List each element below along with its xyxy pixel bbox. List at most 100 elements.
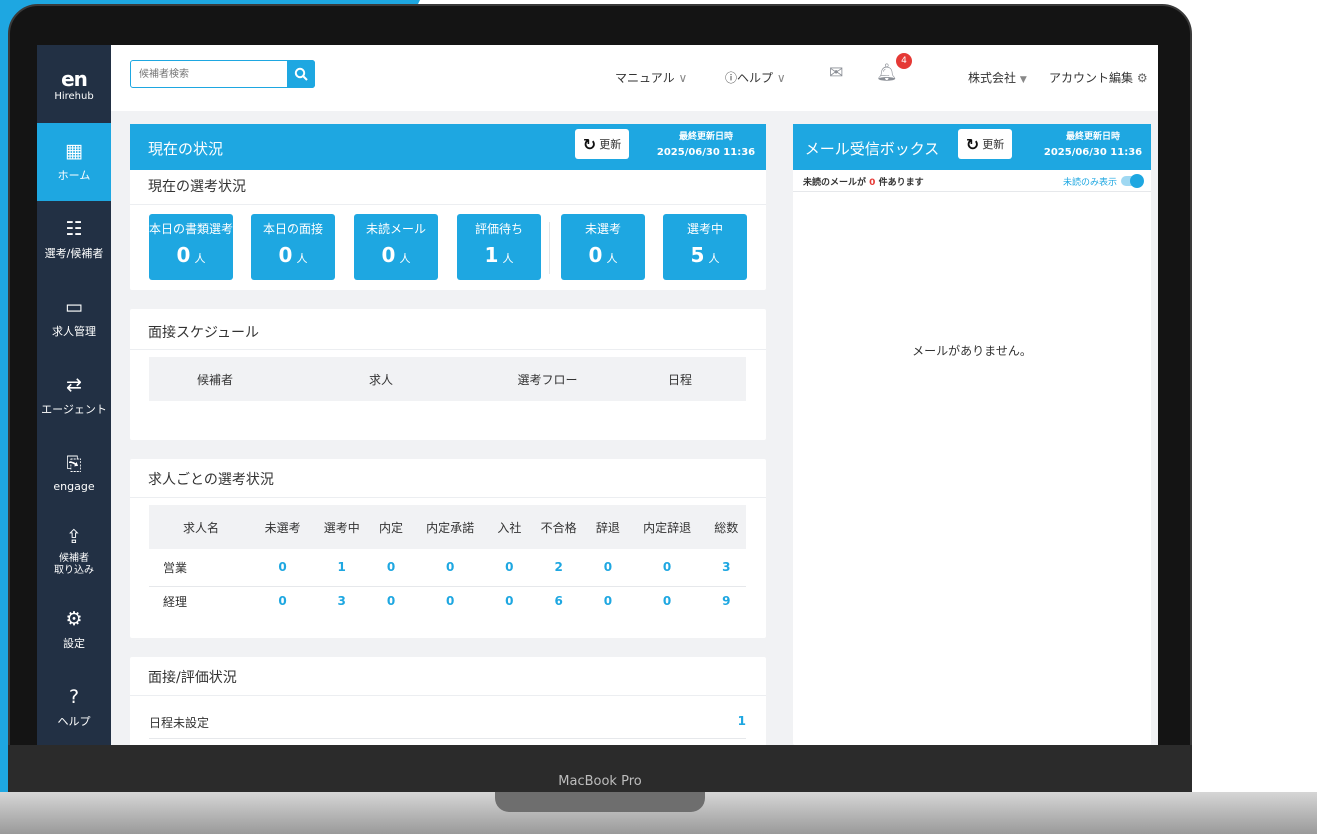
mailbox-refresh-button[interactable]: ↻ 更新 <box>958 129 1012 159</box>
search-icon[interactable] <box>287 60 315 88</box>
status-panel-header: 現在の状況 ↻ 更新 最終更新日時 2025/06/30 11:36 <box>130 124 766 170</box>
logo[interactable]: en Hirehub <box>37 45 111 123</box>
list-item[interactable]: 日程未設定 1 <box>149 703 746 739</box>
sidebar-item-label: エージェント <box>41 402 107 416</box>
count-cell[interactable]: 0 <box>628 549 707 586</box>
caret-down-icon: ▼ <box>1019 75 1027 85</box>
chevron-down-icon: ∨ <box>776 71 786 85</box>
account-label: アカウント編集 <box>1049 71 1134 85</box>
column-header: 日程 <box>614 357 746 401</box>
unread-suffix: 件あります <box>878 178 924 188</box>
stat-label: 未選考 <box>584 222 621 236</box>
job-status-table: 求人名 未選考 選考中 内定 内定承諾 入社 不合格 辞退 内定辞退 総数 営業… <box>149 505 746 616</box>
gear-icon: ⚙ <box>65 607 83 630</box>
company-label: 株式会社 <box>968 71 1017 85</box>
sidebar-item-label: engage <box>53 480 95 493</box>
count-cell[interactable]: 9 <box>707 586 747 616</box>
sidebar-item-candidates[interactable]: ☷ 選考/候補者 <box>37 201 111 279</box>
count-cell[interactable]: 0 <box>411 549 490 586</box>
logo-subtitle: Hirehub <box>54 90 94 102</box>
stat-unit: 人 <box>502 252 514 265</box>
table-row[interactable]: 営業 0 1 0 0 0 2 0 0 3 <box>149 549 746 586</box>
mailbox-title: メール受信ボックス <box>804 140 940 158</box>
count-cell[interactable]: 1 <box>312 549 371 586</box>
evaluation-label: 日程未設定 <box>149 716 210 730</box>
stat-unit: 人 <box>194 252 206 265</box>
column-header: 入社 <box>489 505 530 549</box>
sidebar-item-agent[interactable]: ⇄ エージェント <box>37 357 111 435</box>
refresh-button[interactable]: ↻ 更新 <box>575 129 629 159</box>
stat-value: 0 <box>278 243 293 267</box>
stat-unit: 人 <box>399 252 411 265</box>
count-cell[interactable]: 0 <box>490 586 529 616</box>
unread-count-text: 未読のメールが 0 件あります <box>803 175 924 188</box>
manual-menu[interactable]: マニュアル ∨ <box>615 69 687 86</box>
divider <box>130 204 766 205</box>
job-name[interactable]: 経理 <box>149 586 253 616</box>
count-cell[interactable]: 0 <box>371 549 410 586</box>
sidebar-item-jobs[interactable]: ▭ 求人管理 <box>37 279 111 357</box>
count-cell[interactable]: 0 <box>628 586 707 616</box>
refresh-label: 更新 <box>599 138 622 151</box>
sidebar-item-home[interactable]: ▦ ホーム <box>37 123 111 201</box>
column-header: 総数 <box>706 505 746 549</box>
unread-bar: 未読のメールが 0 件あります 未読のみ表示 <box>793 170 1151 192</box>
company-menu[interactable]: 株式会社 ▼ <box>968 69 1027 86</box>
column-header: 候補者 <box>149 357 281 401</box>
sidebar-item-help[interactable]: ? ヘルプ <box>37 669 111 745</box>
account-edit-link[interactable]: アカウント編集 ⚙ <box>1049 69 1148 86</box>
stat-card-document-review[interactable]: 本日の書類選考 0人 <box>149 214 233 280</box>
search-box <box>130 60 315 88</box>
laptop-notch <box>495 792 705 812</box>
column-header: 選考中 <box>312 505 372 549</box>
count-cell[interactable]: 0 <box>411 586 490 616</box>
count-cell[interactable]: 3 <box>312 586 371 616</box>
stat-card-unscreened[interactable]: 未選考 0人 <box>561 214 645 280</box>
evaluation-count[interactable]: 1 <box>738 714 746 728</box>
bell-icon[interactable]: 🔔︎ <box>876 63 898 83</box>
stat-label: 選考中 <box>686 222 723 236</box>
help-menu[interactable]: ⓘヘルプ ∨ <box>725 69 786 86</box>
unread-prefix: 未読のメールが <box>803 178 867 188</box>
sidebar-item-settings[interactable]: ⚙ 設定 <box>37 591 111 669</box>
mail-icon[interactable]: ✉ <box>829 63 843 83</box>
count-cell[interactable]: 3 <box>707 549 747 586</box>
count-cell[interactable]: 0 <box>588 586 627 616</box>
count-cell[interactable]: 0 <box>371 586 410 616</box>
last-updated-value: 2025/06/30 11:36 <box>1043 147 1143 158</box>
stat-unit: 人 <box>708 252 720 265</box>
count-cell[interactable]: 0 <box>588 549 627 586</box>
stat-card-pending-evaluation[interactable]: 評価待ち 1人 <box>457 214 541 280</box>
sidebar-item-label: 候補者 取り込み <box>54 552 94 576</box>
stat-unit: 人 <box>606 252 618 265</box>
job-name[interactable]: 営業 <box>149 549 253 586</box>
stat-card-in-progress[interactable]: 選考中 5人 <box>663 214 747 280</box>
column-header: 内定辞退 <box>627 505 707 549</box>
toggle-knob <box>1130 174 1144 188</box>
table-row[interactable]: 経理 0 3 0 0 0 6 0 0 9 <box>149 586 746 616</box>
app-screen: en Hirehub ▦ ホーム ☷ 選考/候補者 ▭ 求人管理 ⇄ エージェン… <box>37 45 1158 745</box>
search-input[interactable] <box>131 61 281 87</box>
id-card-icon: ☷ <box>65 217 83 240</box>
manual-label: マニュアル <box>615 71 675 85</box>
unread-only-toggle[interactable] <box>1121 174 1144 188</box>
sidebar-item-engage[interactable]: ⎘ engage <box>37 435 111 513</box>
sidebar-item-import[interactable]: ⇪ 候補者 取り込み <box>37 513 111 591</box>
count-cell[interactable]: 6 <box>529 586 588 616</box>
column-header: 内定 <box>371 505 411 549</box>
last-updated-label: 最終更新日時 <box>678 132 733 142</box>
sidebar-item-label: ヘルプ <box>57 714 91 728</box>
status-panel: 現在の状況 ↻ 更新 最終更新日時 2025/06/30 11:36 現在の選考状… <box>130 124 766 290</box>
refresh-icon: ↻ <box>965 134 980 154</box>
count-cell[interactable]: 0 <box>253 549 312 586</box>
count-cell[interactable]: 2 <box>529 549 588 586</box>
job-status-panel: 求人ごとの選考状況 求人名 未選考 選考中 内定 内定承諾 入社 不合格 辞退 … <box>130 459 766 638</box>
last-updated-value: 2025/06/30 11:36 <box>656 147 756 158</box>
mailbox-panel: メール受信ボックス ↻ 更新 最終更新日時 2025/06/30 11:36 未読… <box>793 124 1151 745</box>
stat-card-unread-mail[interactable]: 未読メール 0人 <box>354 214 438 280</box>
stat-card-interview[interactable]: 本日の面接 0人 <box>251 214 335 280</box>
sidebar-item-label: 設定 <box>63 636 85 650</box>
count-cell[interactable]: 0 <box>253 586 312 616</box>
stat-label: 本日の書類選考 <box>149 222 233 236</box>
count-cell[interactable]: 0 <box>490 549 529 586</box>
